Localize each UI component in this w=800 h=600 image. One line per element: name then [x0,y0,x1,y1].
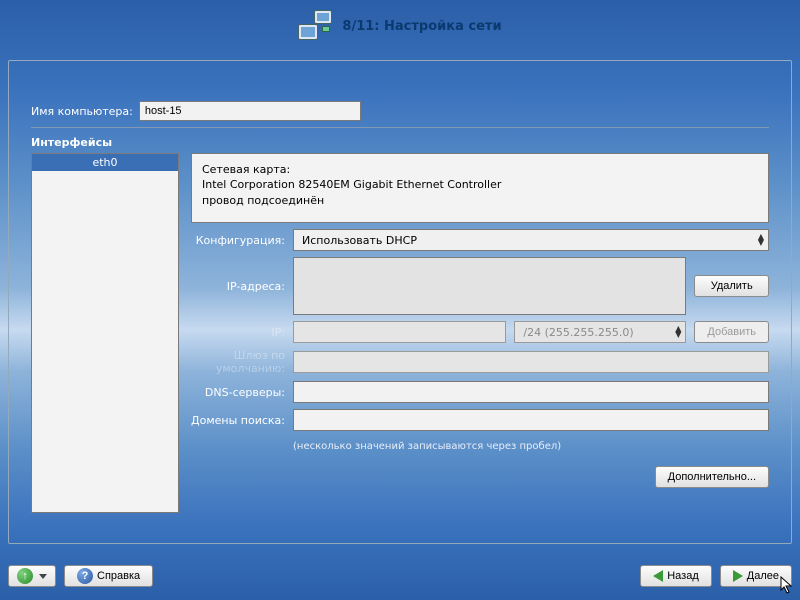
dns-label: DNS-серверы: [191,386,285,399]
ip-input [293,321,506,343]
interface-list[interactable]: eth0 [31,153,179,513]
hostname-input[interactable] [139,101,361,121]
nic-card-label: Сетевая карта: [202,162,758,177]
interface-item-eth0[interactable]: eth0 [32,154,178,171]
delete-ip-button[interactable]: Удалить [694,275,769,297]
wizard-header: 8/11: Настройка сети [0,0,800,52]
netmask-select: /24 (255.255.255.0) ▲▼ [514,321,686,343]
arrow-right-icon [733,570,743,582]
wizard-footer: ↑ ? Справка Назад Далее [8,560,792,592]
arrow-up-icon: ↑ [17,568,33,584]
main-panel: Имя компьютера: Интерфейсы eth0 Сетевая … [8,60,792,544]
next-button[interactable]: Далее [720,565,792,587]
back-button[interactable]: Назад [640,565,712,587]
updown-icon: ▲▼ [675,326,681,338]
dns-input[interactable] [293,381,769,403]
nic-info: Сетевая карта: Intel Corporation 82540EM… [191,153,769,223]
gateway-label: Шлюз по умолчанию: [191,349,285,375]
separator [31,127,769,128]
arrow-left-icon [653,570,663,582]
help-button[interactable]: ? Справка [64,565,153,587]
ip-address-list[interactable] [293,257,686,315]
menu-button[interactable]: ↑ [8,565,56,587]
gateway-input [293,351,769,373]
search-domains-label: Домены поиска: [191,414,285,427]
netmask-placeholder: /24 (255.255.255.0) [523,326,633,339]
config-label: Конфигурация: [191,234,285,247]
nic-cable-status: провод подсоединён [202,193,758,208]
search-domains-input[interactable] [293,409,769,431]
chevron-down-icon [39,574,47,579]
advanced-button[interactable]: Дополнительно... [655,466,769,488]
multi-value-note: (несколько значений записываются через п… [293,441,769,452]
config-select[interactable]: Использовать DHCP ▲▼ [293,229,769,251]
network-icon [298,10,334,42]
add-ip-button: Добавить [694,321,769,343]
nic-card-model: Intel Corporation 82540EM Gigabit Ethern… [202,177,758,192]
interfaces-title: Интерфейсы [31,136,769,149]
hostname-label: Имя компьютера: [31,105,133,118]
hostname-row: Имя компьютера: [31,101,769,121]
ip-addresses-label: IP-адреса: [191,280,285,293]
help-icon: ? [77,568,93,584]
updown-icon: ▲▼ [758,234,764,246]
ip-label: IP: [191,326,285,339]
wizard-title: 8/11: Настройка сети [342,19,501,34]
config-selected: Использовать DHCP [302,234,417,247]
